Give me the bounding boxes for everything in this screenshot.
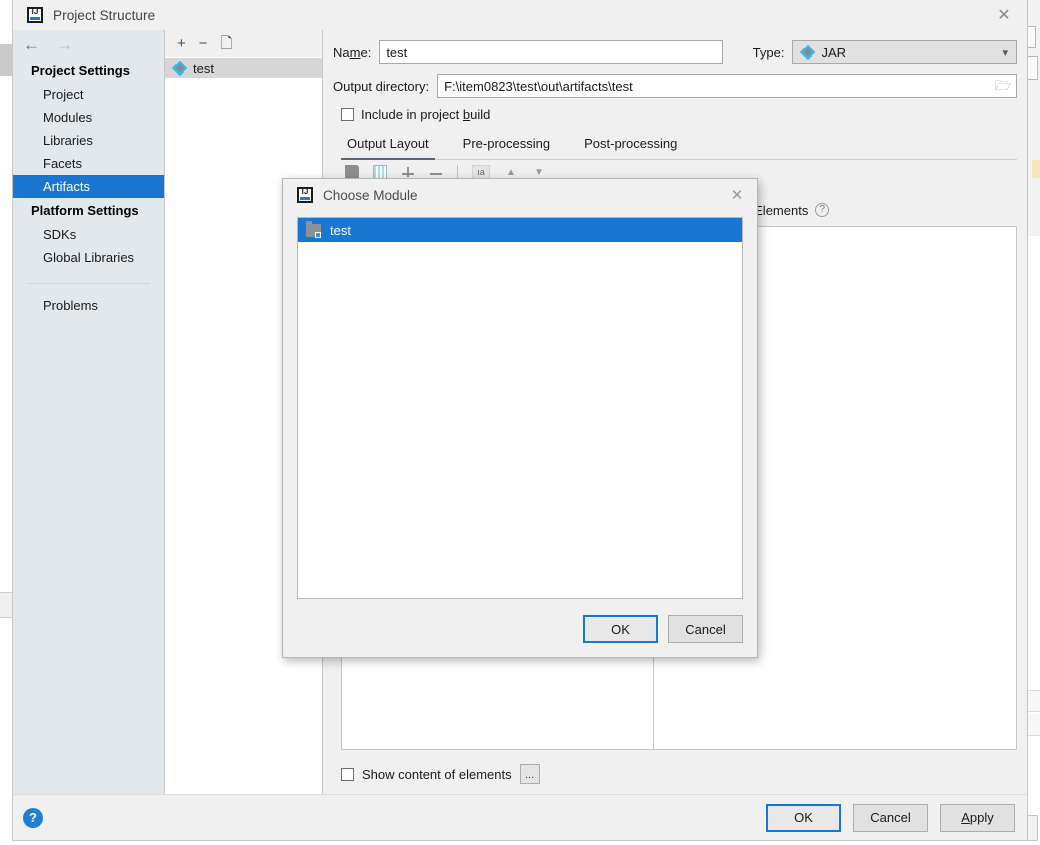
choose-module-titlebar: Choose Module ✕ <box>283 179 757 211</box>
background-right-highlight <box>1032 160 1040 178</box>
sidebar-item-modules[interactable]: Modules <box>13 106 164 129</box>
ok-button[interactable]: OK <box>766 803 841 832</box>
module-folder-icon <box>306 220 321 238</box>
sidebar-group-project-settings: Project Settings <box>31 63 130 78</box>
artifact-diamond-icon <box>800 44 816 60</box>
folder-icon[interactable] <box>345 165 359 179</box>
arrow-left-icon[interactable]: ← <box>23 36 40 53</box>
settings-sidebar: ← → Project Settings Project Modules Lib… <box>13 30 165 794</box>
choose-module-ok-button[interactable]: OK <box>583 615 658 643</box>
choose-module-buttons: OK Cancel <box>583 615 743 643</box>
choose-module-list[interactable]: test <box>297 217 743 599</box>
artifacts-list-item[interactable]: test <box>165 58 322 78</box>
arrow-right-icon[interactable]: → <box>56 36 73 53</box>
chevron-down-icon: ▾ <box>1002 46 1008 59</box>
name-label: Name: <box>333 44 372 60</box>
background-left-strip <box>0 44 12 76</box>
show-content-label: Show content of elements <box>362 766 512 782</box>
name-input[interactable]: test <box>379 40 723 64</box>
apply-button[interactable]: Apply <box>940 803 1015 832</box>
type-dropdown[interactable]: JAR ▾ <box>792 40 1017 64</box>
close-icon[interactable]: ✕ <box>717 179 757 211</box>
plus-icon[interactable]: + <box>177 36 186 51</box>
sidebar-item-project[interactable]: Project <box>13 83 164 106</box>
window-footer: ? OK Cancel Apply <box>13 794 1027 840</box>
move-down-icon[interactable]: ▼ <box>532 165 546 179</box>
sidebar-item-sdks[interactable]: SDKs <box>13 223 164 246</box>
navigation-arrows: ← → <box>13 30 164 58</box>
sidebar-divider <box>27 283 150 284</box>
artifacts-list-item-label: test <box>193 60 214 76</box>
sidebar-item-artifacts[interactable]: Artifacts <box>13 175 164 198</box>
output-directory-row: Output directory: F:\item0823\test\out\a… <box>323 64 1027 98</box>
copy-icon[interactable]: 🗋 <box>221 36 233 51</box>
add-element-icon[interactable] <box>401 165 415 179</box>
name-input-value: test <box>386 44 408 60</box>
background-left-strip-lower <box>0 592 12 618</box>
choose-module-title: Choose Module <box>323 187 418 203</box>
cancel-button[interactable]: Cancel <box>853 803 928 832</box>
intellij-idea-logo-icon <box>297 187 313 203</box>
choose-module-dialog: Choose Module ✕ test OK Cancel <box>282 178 758 658</box>
folder-icon[interactable]: 🗁 <box>994 78 1012 94</box>
tab-pre-processing[interactable]: Pre-processing <box>457 132 556 160</box>
name-row: Name: test Type: JAR ▾ <box>323 30 1027 64</box>
tab-post-processing[interactable]: Post-processing <box>578 132 683 160</box>
artifacts-toolbar: + − 🗋 <box>165 30 322 58</box>
type-dropdown-value: JAR <box>821 44 846 60</box>
close-icon[interactable]: ✕ <box>981 0 1027 30</box>
output-directory-input[interactable]: F:\item0823\test\out\artifacts\test 🗁 <box>437 74 1017 98</box>
module-list-item[interactable]: test <box>298 218 742 242</box>
intellij-idea-logo-icon <box>27 7 43 23</box>
show-content-more-button[interactable]: ... <box>519 764 540 784</box>
minus-icon[interactable]: − <box>199 36 208 51</box>
footer-buttons: OK Cancel Apply <box>766 803 1015 832</box>
window-title: Project Structure <box>53 7 156 23</box>
help-question-icon[interactable]: ? <box>23 807 43 828</box>
choose-module-cancel-button[interactable]: Cancel <box>668 615 743 643</box>
tab-output-layout[interactable]: Output Layout <box>341 132 435 160</box>
module-list-item-label: test <box>330 222 351 238</box>
sidebar-item-problems[interactable]: Problems <box>13 294 164 317</box>
sort-alphabetically-icon[interactable]: ıa <box>472 165 490 179</box>
window-titlebar: Project Structure ✕ <box>13 0 1027 30</box>
show-content-checkbox[interactable] <box>341 767 354 781</box>
help-question-icon[interactable]: ? <box>815 203 830 217</box>
jar-archive-icon[interactable] <box>373 165 387 179</box>
include-in-build-checkbox[interactable] <box>341 108 354 121</box>
type-label: Type: <box>752 44 785 60</box>
sidebar-item-libraries[interactable]: Libraries <box>13 129 164 152</box>
sidebar-group-platform-settings: Platform Settings <box>31 203 139 218</box>
sidebar-item-facets[interactable]: Facets <box>13 152 164 175</box>
show-content-row: Show content of elements ... <box>341 764 540 784</box>
detail-tabs: Output Layout Pre-processing Post-proces… <box>341 132 1017 160</box>
output-directory-value: F:\item0823\test\out\artifacts\test <box>444 78 633 94</box>
sidebar-item-global-libraries[interactable]: Global Libraries <box>13 246 164 269</box>
move-up-icon[interactable]: ▲ <box>504 165 518 179</box>
include-in-build-label: Include in project build <box>361 107 491 122</box>
include-in-build-row[interactable]: Include in project build <box>323 98 1027 122</box>
output-directory-label: Output directory: <box>333 78 430 94</box>
artifact-diamond-icon <box>171 60 188 76</box>
remove-element-icon[interactable] <box>429 165 443 179</box>
toolbar-divider <box>457 165 458 179</box>
